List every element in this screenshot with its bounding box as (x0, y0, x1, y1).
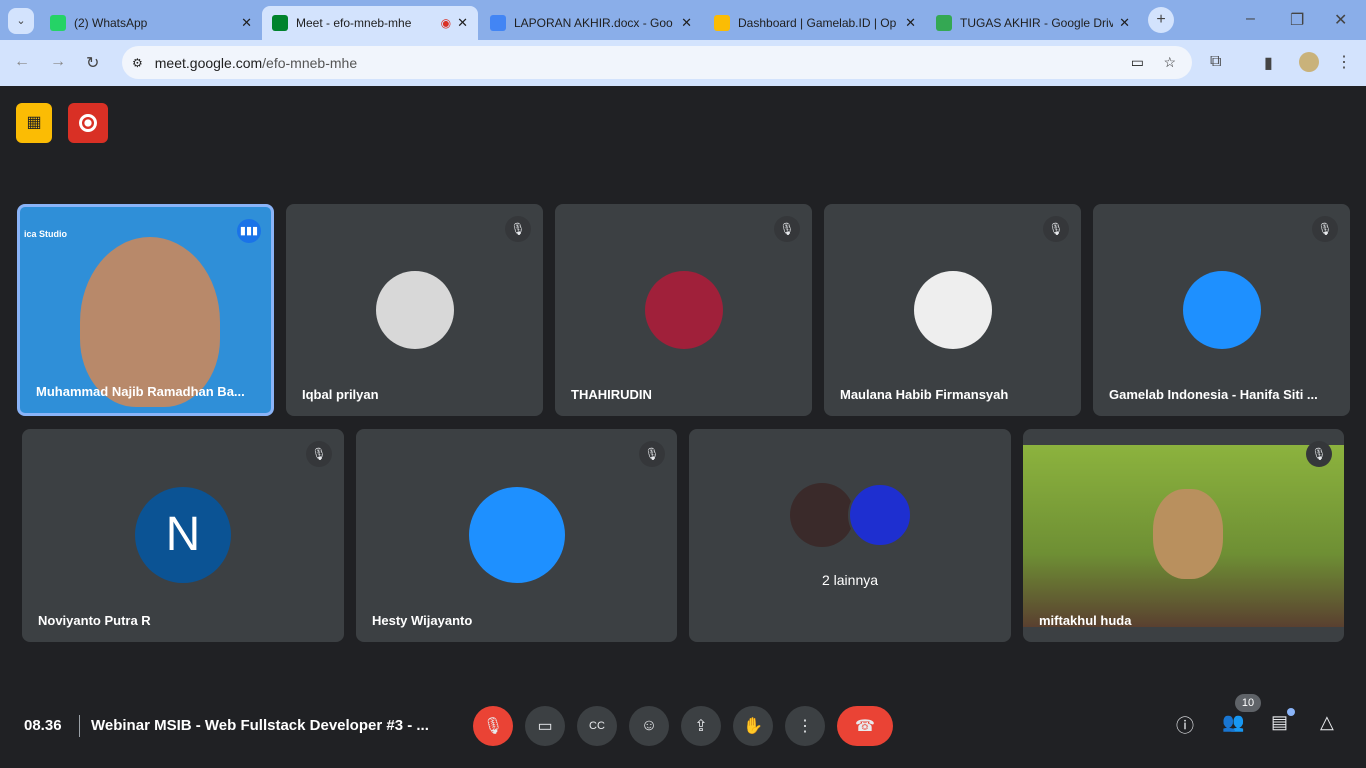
meeting-title: Webinar MSIB - Web Fullstack Developer #… (91, 717, 429, 734)
participant-name: miftakhul huda (1039, 613, 1132, 628)
end-call-button[interactable]: ☎ (837, 706, 893, 746)
others-label: 2 lainnya (821, 572, 879, 588)
whatsapp-icon (50, 15, 66, 31)
browser-tab[interactable]: LAPORAN AKHIR.docx - Goo ✕ (480, 6, 702, 40)
avatar (644, 271, 723, 349)
tab-title: Dashboard | Gamelab.ID | Op (738, 16, 897, 30)
activities-icon[interactable]: △ (1320, 712, 1334, 733)
reload-button[interactable]: ↻ (86, 53, 99, 73)
browser-toolbar: ← → ↻ ⚙ meet.google.com/efo-mneb-mhe ▭ ☆… (0, 40, 1366, 86)
url-host: meet.google.com (154, 54, 263, 71)
profile-avatar[interactable] (1299, 52, 1319, 72)
more-options-button[interactable]: ⋮ (785, 706, 825, 746)
mic-off-icon: 🎙 (639, 441, 665, 467)
browser-menu-icon[interactable]: ⋮ (1336, 52, 1352, 72)
mic-off-icon: 🎙 (774, 216, 800, 242)
raise-hand-button[interactable]: ✋ (733, 706, 773, 746)
mic-off-icon: 🎙 (1306, 441, 1332, 467)
browser-tab[interactable]: Meet - efo-mneb-mhe ◉ ✕ (262, 6, 478, 40)
participant-tile[interactable]: 🎙 THAHIRUDIN (555, 204, 812, 416)
meeting-time: 08.36 (24, 717, 62, 734)
recording-indicator-icon: ◉ (440, 16, 452, 30)
tab-title: Meet - efo-mneb-mhe (296, 16, 412, 30)
url-path: /efo-mneb-mhe (262, 54, 358, 71)
close-tab-icon[interactable]: ✕ (1119, 15, 1130, 31)
close-tab-icon[interactable]: ✕ (905, 15, 916, 31)
divider (79, 715, 80, 737)
site-info-icon[interactable]: ⚙ (132, 56, 143, 70)
mic-off-button[interactable]: 🎙 (473, 706, 513, 746)
new-tab-button[interactable]: + (1148, 7, 1174, 33)
avatar: N (135, 487, 231, 583)
mic-off-icon: 🎙 (505, 216, 531, 242)
drive-icon (936, 15, 952, 31)
speaking-indicator-icon: ▮▮▮ (237, 219, 261, 243)
browser-tab[interactable]: TUGAS AKHIR - Google Drive ✕ (926, 6, 1140, 40)
tab-title: LAPORAN AKHIR.docx - Goo (514, 16, 673, 30)
recording-icon[interactable] (68, 103, 108, 143)
camera-button[interactable]: ▭ (525, 706, 565, 746)
participant-tile[interactable]: 🎙 Maulana Habib Firmansyah (824, 204, 1081, 416)
present-button[interactable]: ⇪ (681, 706, 721, 746)
participant-tile[interactable]: 🎙 miftakhul huda (1023, 429, 1344, 642)
avatar (790, 483, 854, 547)
chat-icon[interactable]: ▤ (1271, 712, 1288, 733)
people-icon[interactable]: 👥 (1222, 712, 1244, 733)
participant-count-badge: 10 (1235, 694, 1261, 712)
camera-icon[interactable]: ▭ (1131, 54, 1144, 71)
meet-icon (272, 15, 288, 31)
participant-name: Hesty Wijayanto (372, 613, 473, 628)
back-button[interactable]: ← (14, 53, 30, 71)
tab-title: (2) WhatsApp (74, 16, 148, 30)
participant-tile[interactable]: 🎙 Gamelab Indonesia - Hanifa Siti ... (1093, 204, 1350, 416)
forward-button[interactable]: → (50, 53, 66, 71)
mic-off-icon: 🎙 (1043, 216, 1069, 242)
participant-tile[interactable]: N 🎙 Noviyanto Putra R (22, 429, 344, 642)
close-tab-icon[interactable]: ✕ (681, 15, 692, 31)
emoji-button[interactable]: ☺ (629, 706, 669, 746)
captions-button[interactable]: CC (577, 706, 617, 746)
side-panel-icon[interactable]: ▮ (1264, 53, 1273, 73)
participant-name: Gamelab Indonesia - Hanifa Siti ... (1109, 387, 1318, 402)
warning-icon[interactable]: ▦ (16, 103, 52, 143)
extensions-icon[interactable]: ⧉ (1210, 53, 1221, 71)
close-tab-icon[interactable]: ✕ (457, 15, 468, 31)
browser-tab[interactable]: (2) WhatsApp ✕ (40, 6, 262, 40)
browser-tab[interactable]: Dashboard | Gamelab.ID | Op ✕ (704, 6, 926, 40)
close-window-button[interactable]: ✕ (1334, 10, 1347, 30)
chat-notification-dot (1287, 708, 1295, 716)
info-icon[interactable]: ⓘ (1176, 712, 1194, 738)
participant-name: Maulana Habib Firmansyah (840, 387, 1009, 402)
participant-name: Noviyanto Putra R (38, 613, 151, 628)
avatar (1182, 271, 1261, 349)
bookmark-star-icon[interactable]: ☆ (1163, 54, 1176, 71)
avatar (848, 483, 912, 547)
close-tab-icon[interactable]: ✕ (241, 15, 252, 31)
participant-video (80, 237, 220, 407)
mic-off-icon: 🎙 (306, 441, 332, 467)
participant-name: Muhammad Najib Ramadhan Ba... (36, 384, 245, 399)
avatar (913, 271, 992, 349)
participant-tile[interactable]: 🎙 Iqbal prilyan (286, 204, 543, 416)
tab-strip: ⌄ (2) WhatsApp ✕ Meet - efo-mneb-mhe ◉ ✕ LAPO… (0, 0, 1366, 40)
participant-name: THAHIRUDIN (571, 387, 652, 402)
presenter-overlay-text: ica Studio (24, 229, 68, 239)
avatar-initial: N (165, 508, 201, 561)
mic-off-icon: 🎙 (1312, 216, 1338, 242)
gamelab-icon (714, 15, 730, 31)
restore-button[interactable]: ❐ (1290, 10, 1304, 30)
avatar (468, 487, 565, 583)
docs-icon (490, 15, 506, 31)
tab-title: TUGAS AKHIR - Google Drive (960, 16, 1114, 30)
participant-tile[interactable]: 2 lainnya (689, 429, 1011, 642)
participant-tile[interactable]: 🎙 Hesty Wijayanto (356, 429, 677, 642)
avatar (375, 271, 454, 349)
minimize-button[interactable]: – (1246, 10, 1255, 28)
participant-tile[interactable]: ica Studio ▮▮▮ Muhammad Najib Ramadhan Ba.… (17, 204, 274, 416)
address-bar[interactable]: ⚙ meet.google.com/efo-mneb-mhe ▭ ☆ (122, 46, 1192, 79)
tab-search-button[interactable]: ⌄ (8, 8, 34, 34)
participant-name: Iqbal prilyan (302, 387, 379, 402)
